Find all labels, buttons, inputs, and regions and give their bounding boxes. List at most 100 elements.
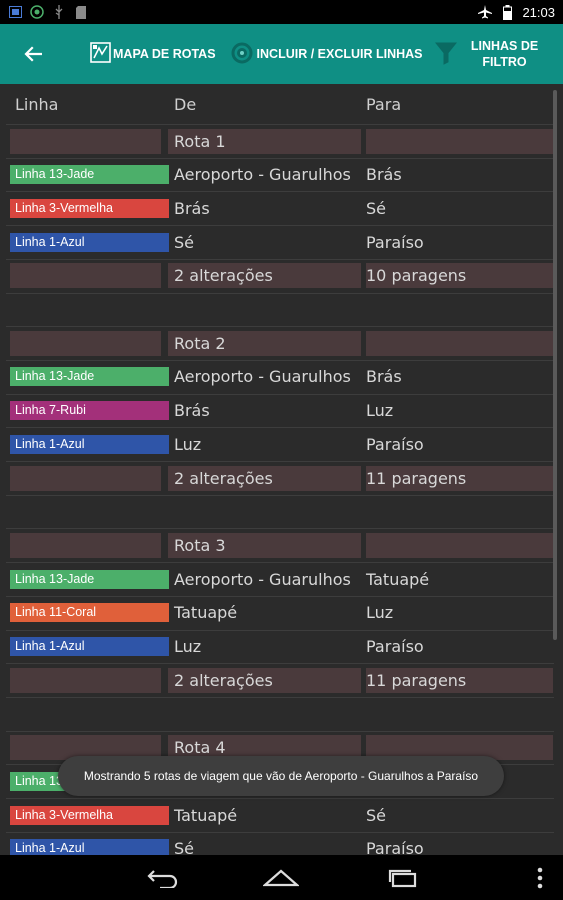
line-badge[interactable]: Linha 3-Vermelha xyxy=(10,199,169,218)
row-divider xyxy=(6,259,554,260)
row-divider xyxy=(6,798,554,799)
leg-to: Brás xyxy=(366,165,402,184)
leg-to: Brás xyxy=(366,367,402,386)
include-exclude-lines-button[interactable]: INCLUIR / EXCLUIR LINHAS xyxy=(230,24,423,84)
route-title-bg xyxy=(366,533,553,558)
route-title: Rota 3 xyxy=(174,536,226,555)
line-badge[interactable]: Linha 11-Coral xyxy=(10,603,169,622)
summary-bg xyxy=(10,668,161,693)
header-line: Linha xyxy=(15,94,59,114)
leg-from: Aeroporto - Guarulhos xyxy=(174,165,351,184)
recents-icon xyxy=(388,869,417,888)
leg-to: Luz xyxy=(366,401,394,420)
summary-bg xyxy=(10,263,161,288)
leg-from: Brás xyxy=(174,199,210,218)
arrow-left-icon xyxy=(24,46,42,62)
battery-charging-icon xyxy=(500,4,514,20)
line-badge[interactable]: Linha 3-Vermelha xyxy=(10,806,169,825)
home-icon xyxy=(263,869,299,887)
nav-home-button[interactable] xyxy=(261,863,301,893)
usb-icon xyxy=(52,5,66,19)
route-title-bg xyxy=(366,331,553,356)
toast-message: Mostrando 5 rotas de viagem que vão de A… xyxy=(58,756,504,796)
nav-recents-button[interactable] xyxy=(383,863,423,893)
notification-icon xyxy=(8,6,22,19)
line-badge[interactable]: Linha 7-Rubi xyxy=(10,401,169,420)
row-divider xyxy=(6,225,554,226)
route-title-bg xyxy=(366,129,553,154)
route-stops: 11 paragens xyxy=(366,469,467,488)
row-divider xyxy=(6,394,554,395)
line-badge[interactable]: Linha 13-Jade xyxy=(10,165,169,184)
filter-icon xyxy=(434,41,457,68)
leg-from: Aeroporto - Guarulhos xyxy=(174,570,351,589)
row-divider xyxy=(6,326,554,327)
leg-to: Paraíso xyxy=(366,637,424,656)
map-icon xyxy=(90,42,111,66)
leg-to: Luz xyxy=(366,603,394,622)
overflow-menu-icon xyxy=(537,867,543,889)
row-divider xyxy=(6,124,554,125)
row-divider xyxy=(6,427,554,428)
leg-to: Sé xyxy=(366,806,386,825)
screen: 21:03 MAPA DE ROTAS INCLUIR / EXCLUIR LI… xyxy=(0,0,563,900)
line-badge[interactable]: Linha 13-Jade xyxy=(10,367,169,386)
leg-to: Paraíso xyxy=(366,233,424,252)
row-divider xyxy=(6,191,554,192)
route-stops: 11 paragens xyxy=(366,671,467,690)
row-divider xyxy=(6,495,554,496)
row-divider xyxy=(6,562,554,563)
navigation-bar xyxy=(0,855,563,900)
row-divider xyxy=(6,731,554,732)
row-divider xyxy=(6,697,554,698)
summary-bg xyxy=(10,466,161,491)
leg-from: Sé xyxy=(174,233,194,252)
back-button[interactable] xyxy=(0,24,66,84)
leg-to: Paraíso xyxy=(366,435,424,454)
map-routes-button[interactable]: MAPA DE ROTAS xyxy=(90,24,216,84)
route-title-bg xyxy=(10,533,161,558)
leg-to: Sé xyxy=(366,199,386,218)
nav-overflow-button[interactable] xyxy=(520,863,560,893)
leg-from: Tatuapé xyxy=(174,603,238,622)
row-divider xyxy=(6,360,554,361)
back-icon xyxy=(147,870,178,888)
route-changes: 2 alterações xyxy=(174,469,273,488)
scrollbar[interactable] xyxy=(553,90,557,640)
row-divider xyxy=(6,528,554,529)
leg-from: Aeroporto - Guarulhos xyxy=(174,367,351,386)
leg-to: Paraíso xyxy=(366,839,424,855)
line-badge[interactable]: Linha 13-Jade xyxy=(10,570,169,589)
route-target-icon xyxy=(230,41,254,68)
route-title: Rota 1 xyxy=(174,132,226,151)
nav-back-button[interactable] xyxy=(142,863,182,893)
row-divider xyxy=(6,596,554,597)
line-badge[interactable]: Linha 1-Azul xyxy=(10,637,169,656)
row-divider xyxy=(6,832,554,833)
header-from: De xyxy=(174,94,197,114)
row-divider xyxy=(6,630,554,631)
row-divider xyxy=(6,158,554,159)
leg-to: Tatuapé xyxy=(366,570,430,589)
line-badge[interactable]: Linha 1-Azul xyxy=(10,435,169,454)
include-exclude-label: INCLUIR / EXCLUIR LINHAS xyxy=(256,47,423,61)
row-divider xyxy=(6,461,554,462)
leg-from: Luz xyxy=(174,637,202,656)
leg-from: Sé xyxy=(174,839,194,855)
route-title-bg xyxy=(10,129,161,154)
row-divider xyxy=(6,293,554,294)
route-title-bg xyxy=(10,331,161,356)
line-badge[interactable]: Linha 1-Azul xyxy=(10,233,169,252)
leg-from: Tatuapé xyxy=(174,806,238,825)
filter-lines-button[interactable]: LINHAS DE FILTRO xyxy=(434,24,549,84)
action-bar: MAPA DE ROTAS INCLUIR / EXCLUIR LINHAS L… xyxy=(0,24,563,84)
route-title: Rota 2 xyxy=(174,334,226,353)
leg-from: Brás xyxy=(174,401,210,420)
routes-table[interactable]: Linha De Para Rota 1 Linha 13-Jade Aeropor… xyxy=(0,84,563,855)
row-divider xyxy=(6,663,554,664)
android-icon xyxy=(30,5,44,19)
map-routes-label: MAPA DE ROTAS xyxy=(113,47,216,61)
leg-from: Luz xyxy=(174,435,202,454)
line-badge[interactable]: Linha 1-Azul xyxy=(10,839,169,855)
route-stops: 10 paragens xyxy=(366,266,467,285)
